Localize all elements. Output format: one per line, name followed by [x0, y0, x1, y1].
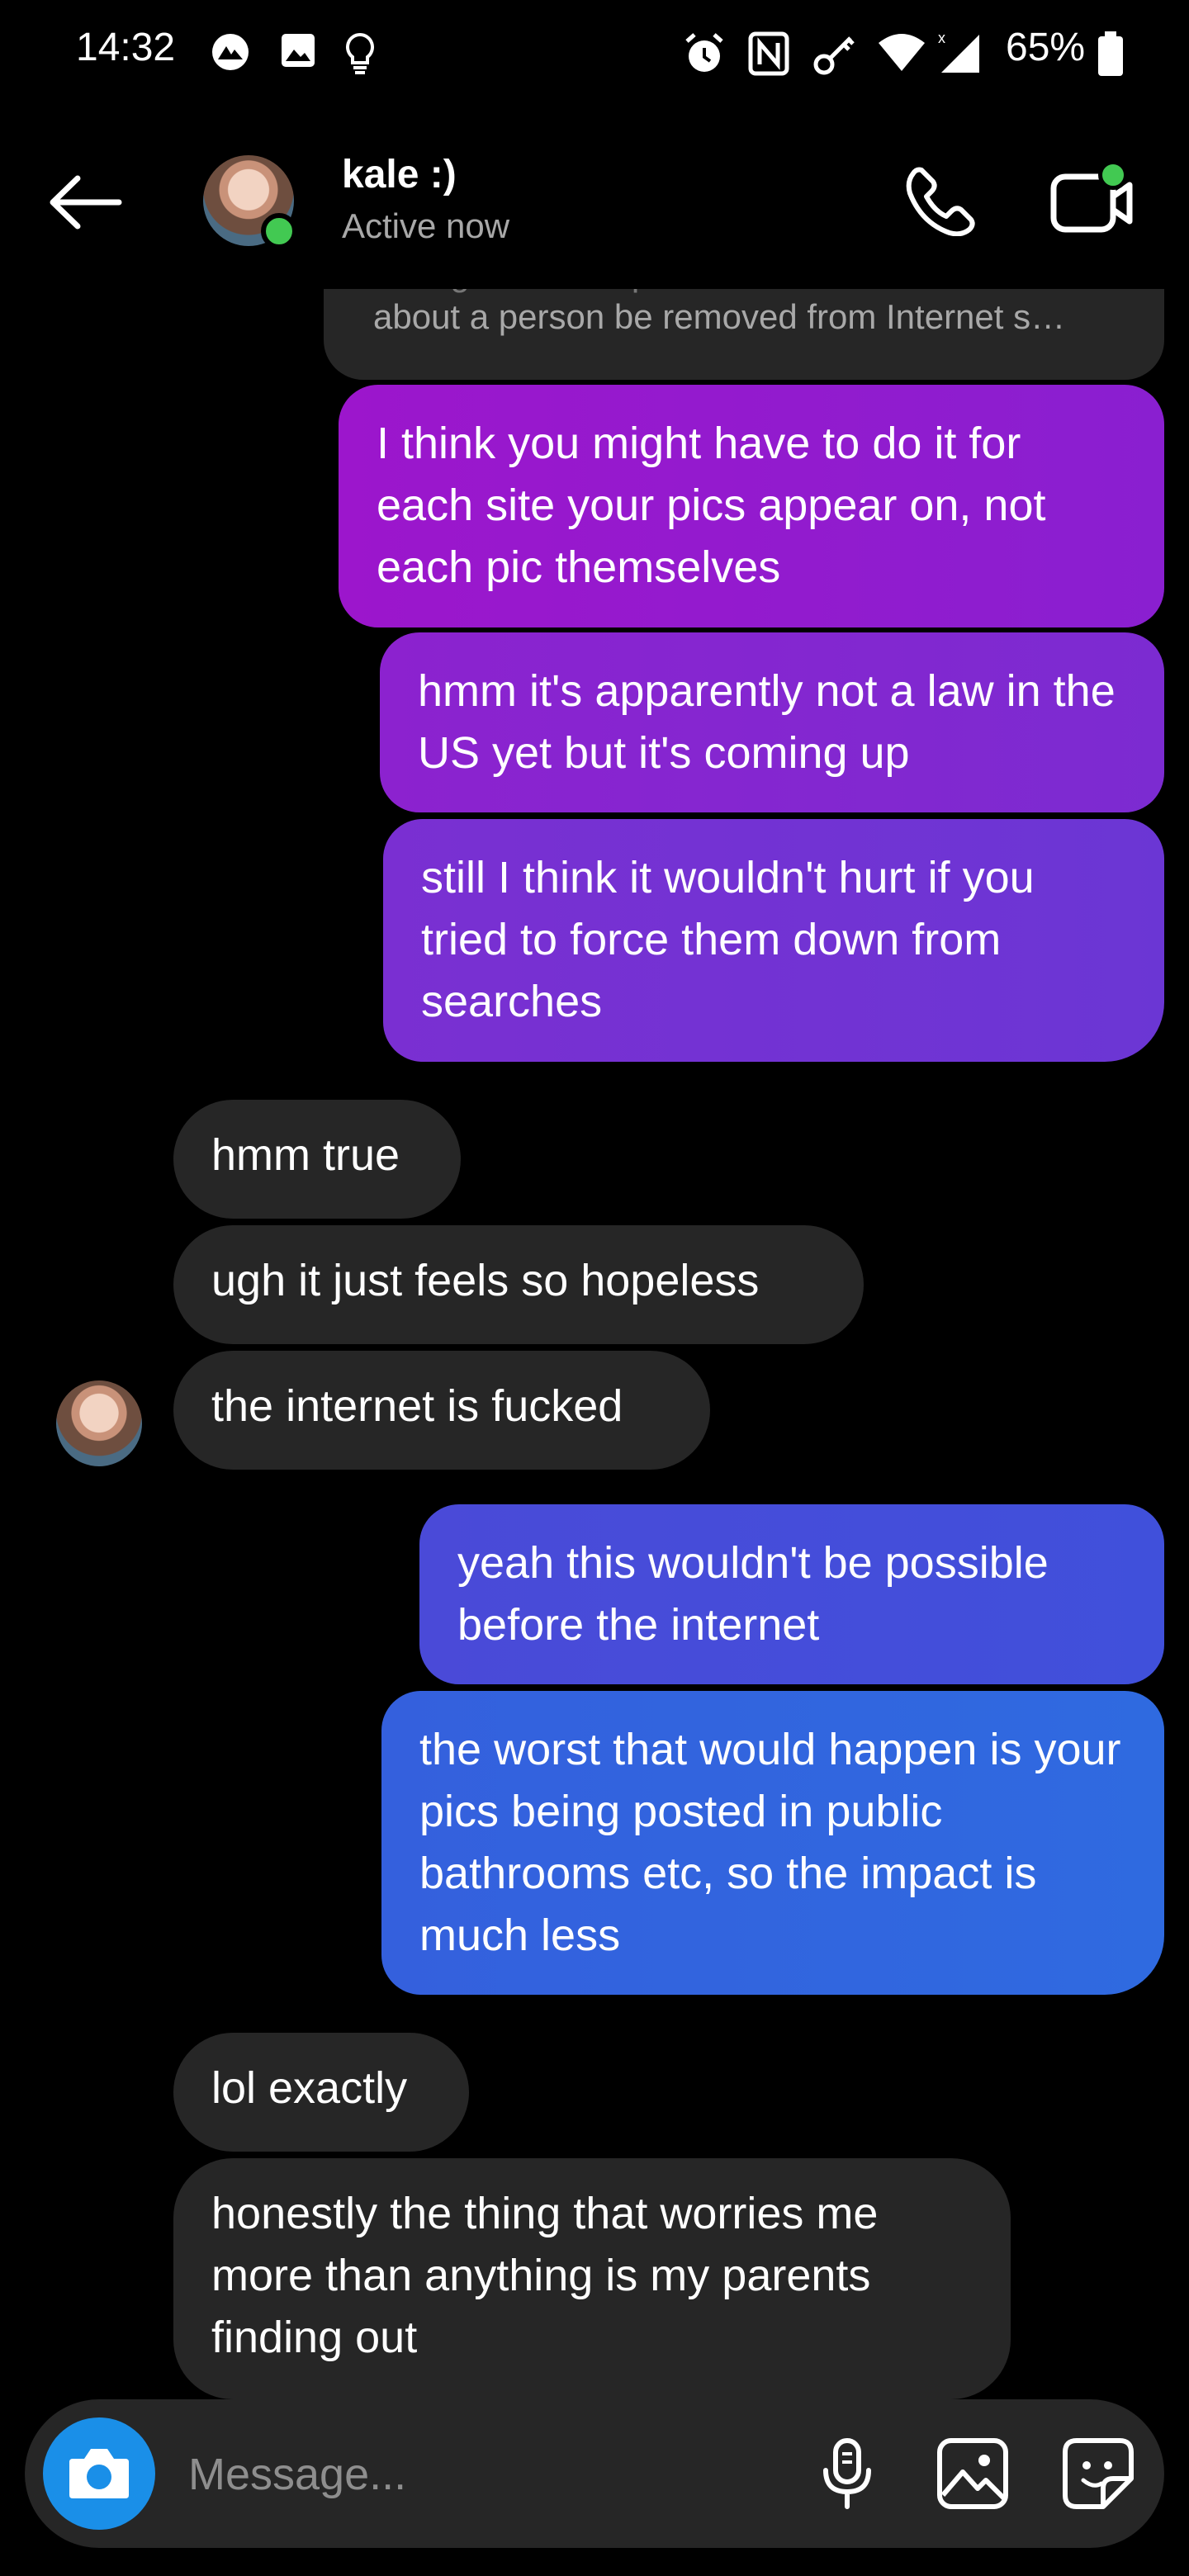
- status-bar: 14:32 x 65%: [0, 0, 1189, 116]
- back-arrow-icon[interactable]: [46, 173, 126, 231]
- gallery-icon[interactable]: [935, 2436, 1011, 2512]
- phone-icon[interactable]: [905, 165, 976, 236]
- vpn-icon: [212, 34, 249, 70]
- message-bubble-incoming[interactable]: honestly the thing that worries me more …: [173, 2158, 1011, 2399]
- message-bubble-outgoing[interactable]: I think you might have to do it for each…: [339, 385, 1164, 627]
- microphone-icon[interactable]: [809, 2436, 885, 2512]
- battery-percentage: 65%: [1006, 26, 1086, 69]
- message-bubble-incoming[interactable]: the internet is fucked: [173, 1351, 710, 1470]
- online-indicator: [261, 213, 297, 249]
- chat-header: kale :) Active now: [0, 116, 1189, 289]
- nfc-icon: [748, 31, 789, 76]
- message-bubble-outgoing[interactable]: hmm it's apparently not a law in the US …: [380, 632, 1164, 812]
- quoted-text: about a person be removed from Internet …: [373, 297, 1066, 336]
- message-bubble-incoming[interactable]: ugh it just feels so hopeless: [173, 1225, 864, 1344]
- bulb-icon: [346, 32, 374, 74]
- camera-icon: [69, 2449, 129, 2498]
- message-input[interactable]: [187, 2399, 784, 2550]
- svg-text:x: x: [938, 31, 945, 46]
- status-time: 14:32: [76, 26, 176, 69]
- message-bubble-incoming[interactable]: lol exactly: [173, 2033, 469, 2152]
- alarm-icon: [685, 33, 723, 72]
- contact-status: Active now: [342, 206, 510, 245]
- wifi-icon: [879, 34, 925, 71]
- message-bubble-outgoing[interactable]: the worst that would happen is your pics…: [381, 1691, 1164, 1995]
- battery-icon: [1098, 31, 1123, 76]
- camera-button[interactable]: [43, 2417, 155, 2530]
- message-bubble-outgoing[interactable]: yeah this wouldn't be possible before th…: [419, 1504, 1164, 1684]
- message-composer: [25, 2399, 1164, 2550]
- contact-name[interactable]: kale :): [342, 152, 457, 197]
- key-icon: [813, 36, 855, 75]
- message-bubble-incoming[interactable]: hmm true: [173, 1100, 461, 1219]
- sticker-icon[interactable]: [1060, 2436, 1136, 2512]
- signal-icon: x: [938, 31, 979, 73]
- video-online-indicator: [1098, 160, 1128, 190]
- image-icon: [282, 34, 315, 67]
- message-bubble-outgoing[interactable]: still I think it wouldn't hurt if you tr…: [383, 819, 1164, 1062]
- contact-avatar-small[interactable]: [56, 1380, 142, 1466]
